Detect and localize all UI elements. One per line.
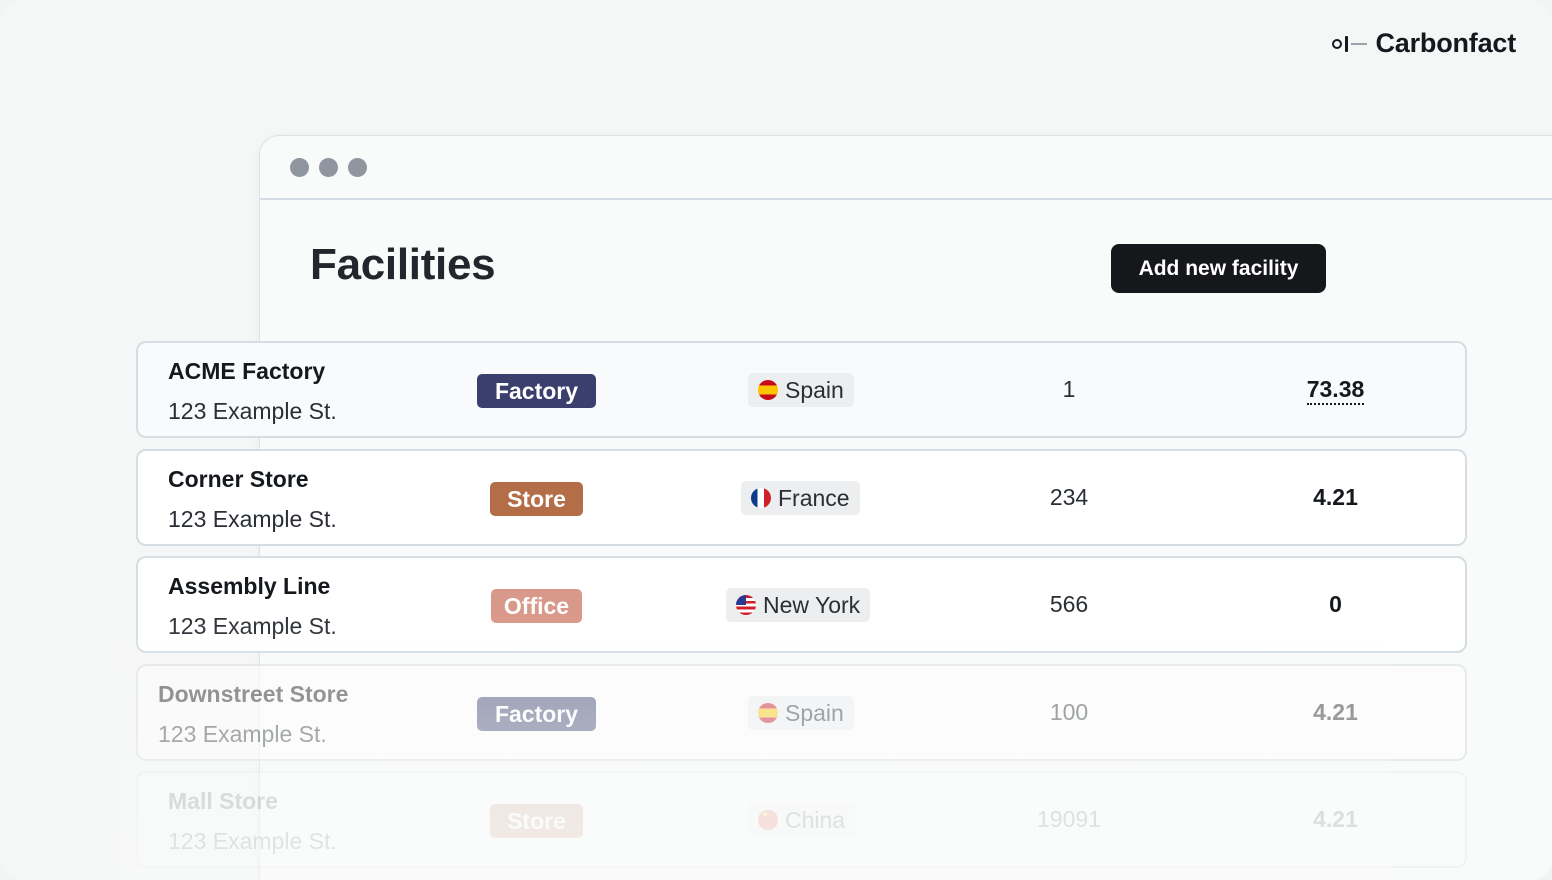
window-titlebar: [260, 136, 1552, 200]
facility-type-badge: Factory: [477, 374, 596, 408]
facility-location: Spain: [748, 373, 854, 407]
facility-count: 566: [1049, 591, 1089, 617]
page-title: Facilities: [310, 240, 496, 289]
location-label: Spain: [785, 376, 844, 403]
facility-row[interactable]: Downstreet Store 123 Example St. Factory…: [136, 664, 1467, 761]
facility-address: 123 Example St.: [168, 613, 337, 639]
score-value: 4.21: [1313, 484, 1358, 510]
score-value: 4.21: [1313, 806, 1358, 832]
window-dot-icon: [290, 157, 309, 177]
facility-name: ACME Factory: [168, 358, 326, 384]
facility-count: 234: [1049, 484, 1089, 510]
facility-location: China: [748, 803, 856, 837]
facility-address: 123 Example St.: [168, 828, 337, 854]
usa-flag-icon: [736, 595, 756, 615]
facility-name: Corner Store: [168, 466, 309, 492]
spain-flag-icon: [758, 380, 778, 400]
facility-type-badge: Store: [490, 804, 583, 838]
facility-score: 4.21: [1278, 806, 1393, 833]
stage: Carbonfact Facilities Add new facility A…: [0, 0, 1552, 880]
facility-type-badge: Store: [490, 482, 583, 516]
add-facility-button[interactable]: Add new facility: [1111, 244, 1326, 293]
facility-info: ACME Factory 123 Example St.: [168, 357, 337, 425]
facility-row[interactable]: Assembly Line 123 Example St. Office New…: [136, 556, 1467, 653]
france-flag-icon: [751, 488, 771, 508]
facility-count: 19091: [1037, 806, 1101, 832]
facility-info: Mall Store 123 Example St.: [168, 787, 337, 855]
facility-row[interactable]: Mall Store 123 Example St. Store China 1…: [136, 771, 1467, 868]
facility-row[interactable]: Corner Store 123 Example St. Store Franc…: [136, 449, 1467, 546]
facility-address: 123 Example St.: [168, 398, 337, 424]
facility-name: Assembly Line: [168, 573, 331, 599]
facility-score: 4.21: [1278, 484, 1393, 511]
score-value: 73.38: [1306, 376, 1365, 405]
score-value: 4.21: [1313, 699, 1358, 725]
score-value: 0: [1329, 591, 1342, 617]
location-label: Spain: [785, 699, 844, 726]
china-flag-icon: [758, 810, 778, 830]
brand-logo[interactable]: Carbonfact: [1332, 28, 1516, 59]
facility-score[interactable]: 73.38: [1278, 376, 1393, 405]
facility-location: New York: [726, 588, 871, 622]
spain-flag-icon: [758, 703, 778, 723]
facility-info: Corner Store 123 Example St.: [168, 465, 337, 533]
facility-location: Spain: [748, 696, 854, 730]
location-label: France: [778, 484, 850, 511]
carbonfact-logo-icon: [1332, 35, 1368, 52]
facility-score: 4.21: [1278, 699, 1393, 726]
facility-count: 100: [1049, 699, 1089, 725]
facility-name: Downstreet Store: [158, 681, 349, 707]
location-label: China: [785, 806, 846, 833]
window-dot-icon: [319, 157, 338, 177]
facility-info: Assembly Line 123 Example St.: [168, 572, 337, 640]
facility-info: Downstreet Store 123 Example St.: [158, 680, 348, 748]
facility-address: 123 Example St.: [158, 721, 327, 747]
facility-row[interactable]: ACME Factory 123 Example St. Factory Spa…: [136, 341, 1467, 438]
brand-name: Carbonfact: [1375, 28, 1516, 58]
facility-score: 0: [1278, 591, 1393, 618]
window-dot-icon: [348, 157, 367, 177]
facility-address: 123 Example St.: [168, 506, 337, 532]
facility-count: 1: [1062, 376, 1076, 402]
facility-name: Mall Store: [168, 788, 278, 814]
facility-type-badge: Office: [491, 589, 582, 623]
facility-location: France: [741, 481, 860, 515]
facility-type-badge: Factory: [477, 697, 596, 731]
location-label: New York: [763, 591, 861, 618]
